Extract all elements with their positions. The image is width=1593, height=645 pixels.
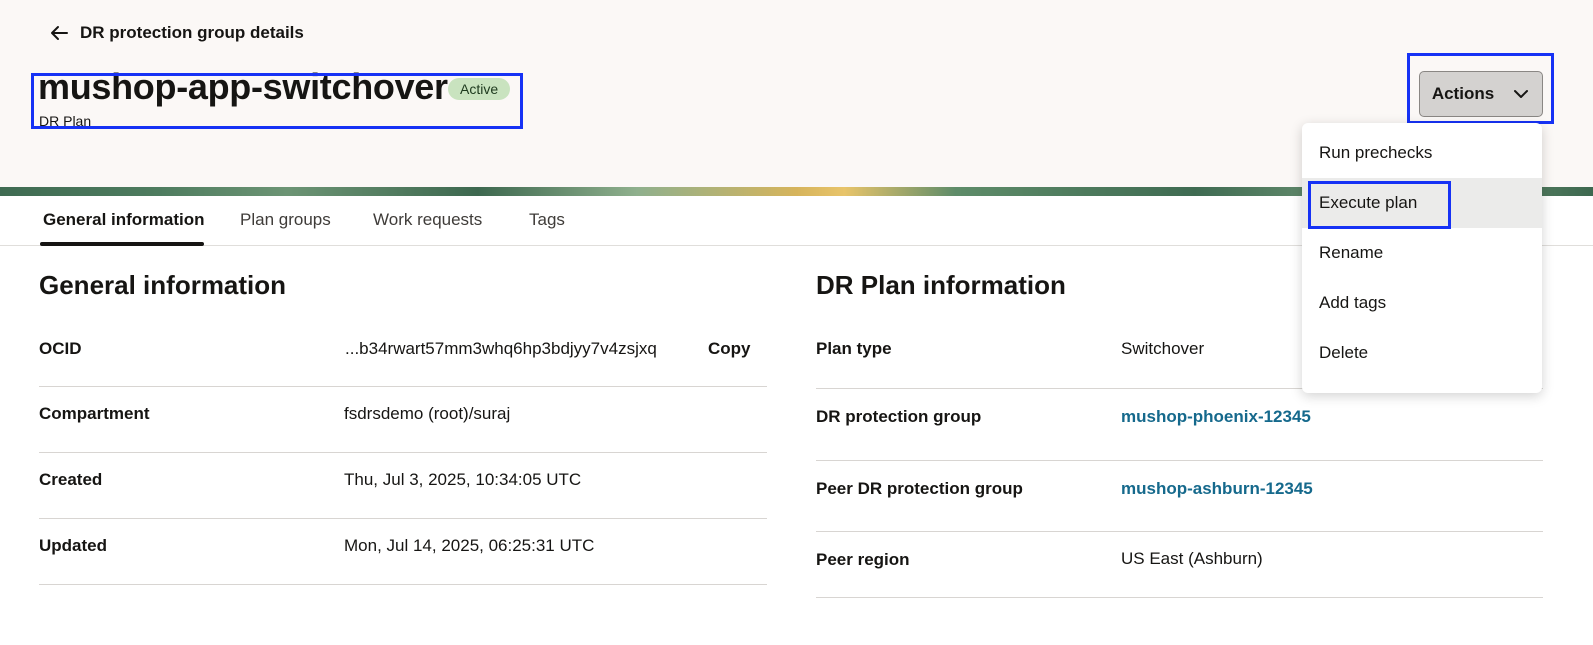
menu-item-add-tags[interactable]: Add tags [1302, 278, 1542, 328]
actions-menu: Run prechecks Execute plan Rename Add ta… [1302, 123, 1542, 393]
ocid-value: ...b34rwart57mm3whq6hp3bdjyy7v4zsjxq [345, 339, 657, 358]
peer-dr-protection-group-label: Peer DR protection group [816, 479, 1023, 498]
ocid-row: OCID ...b34rwart57mm3whq6hp3bdjyy7v4zsjx… [39, 322, 767, 387]
back-link-label: DR protection group details [80, 23, 304, 42]
page-title: mushop-app-switchover [38, 66, 448, 107]
plan-type-label: Plan type [816, 339, 892, 358]
dr-protection-group-link[interactable]: mushop-phoenix-12345 [1121, 407, 1311, 427]
compartment-label: Compartment [39, 404, 150, 423]
dr-plan-information-heading: DR Plan information [816, 270, 1066, 300]
ocid-label: OCID [39, 339, 82, 358]
chevron-down-icon [1514, 90, 1529, 98]
actions-button-label: Actions [1431, 84, 1495, 103]
peer-region-label: Peer region [816, 550, 910, 569]
menu-item-delete[interactable]: Delete [1302, 328, 1542, 378]
updated-value: Mon, Jul 14, 2025, 06:25:31 UTC [344, 536, 595, 555]
tab-general-information[interactable]: General information [43, 210, 205, 230]
copy-ocid-button[interactable]: Copy [708, 339, 751, 359]
created-value: Thu, Jul 3, 2025, 10:34:05 UTC [344, 470, 582, 489]
peer-dr-protection-group-link[interactable]: mushop-ashburn-12345 [1121, 479, 1313, 499]
updated-row: Updated Mon, Jul 14, 2025, 06:25:31 UTC [39, 519, 767, 585]
general-information-heading: General information [39, 270, 287, 300]
menu-item-execute-plan[interactable]: Execute plan [1302, 178, 1542, 228]
dr-protection-group-row: DR protection group mushop-phoenix-12345 [816, 389, 1543, 461]
tab-tags[interactable]: Tags [529, 210, 565, 230]
peer-dr-protection-group-row: Peer DR protection group mushop-ashburn-… [816, 461, 1543, 532]
created-label: Created [39, 470, 103, 489]
back-link[interactable]: DR protection group details [48, 22, 304, 44]
arrow-left-icon [51, 26, 68, 40]
actions-button[interactable]: Actions [1419, 71, 1543, 117]
menu-item-run-prechecks[interactable]: Run prechecks [1302, 128, 1542, 178]
compartment-value: fsdrsdemo (root)/suraj [344, 404, 511, 423]
tab-work-requests[interactable]: Work requests [373, 210, 482, 230]
compartment-row: Compartment fsdrsdemo (root)/suraj [39, 387, 767, 453]
peer-region-row: Peer region US East (Ashburn) [816, 532, 1543, 598]
peer-region-value: US East (Ashburn) [1121, 549, 1263, 568]
tab-plan-groups[interactable]: Plan groups [240, 210, 331, 230]
created-row: Created Thu, Jul 3, 2025, 10:34:05 UTC [39, 453, 767, 519]
dr-protection-group-label: DR protection group [816, 407, 982, 426]
plan-type-value: Switchover [1121, 339, 1205, 358]
title-block: mushop-app-switchover Active DR Plan [38, 66, 511, 129]
selected-tab-indicator [40, 242, 204, 246]
updated-label: Updated [39, 536, 107, 555]
status-badge: Active [448, 78, 511, 100]
resource-type-label: DR Plan [39, 113, 92, 129]
menu-item-rename[interactable]: Rename [1302, 228, 1542, 278]
